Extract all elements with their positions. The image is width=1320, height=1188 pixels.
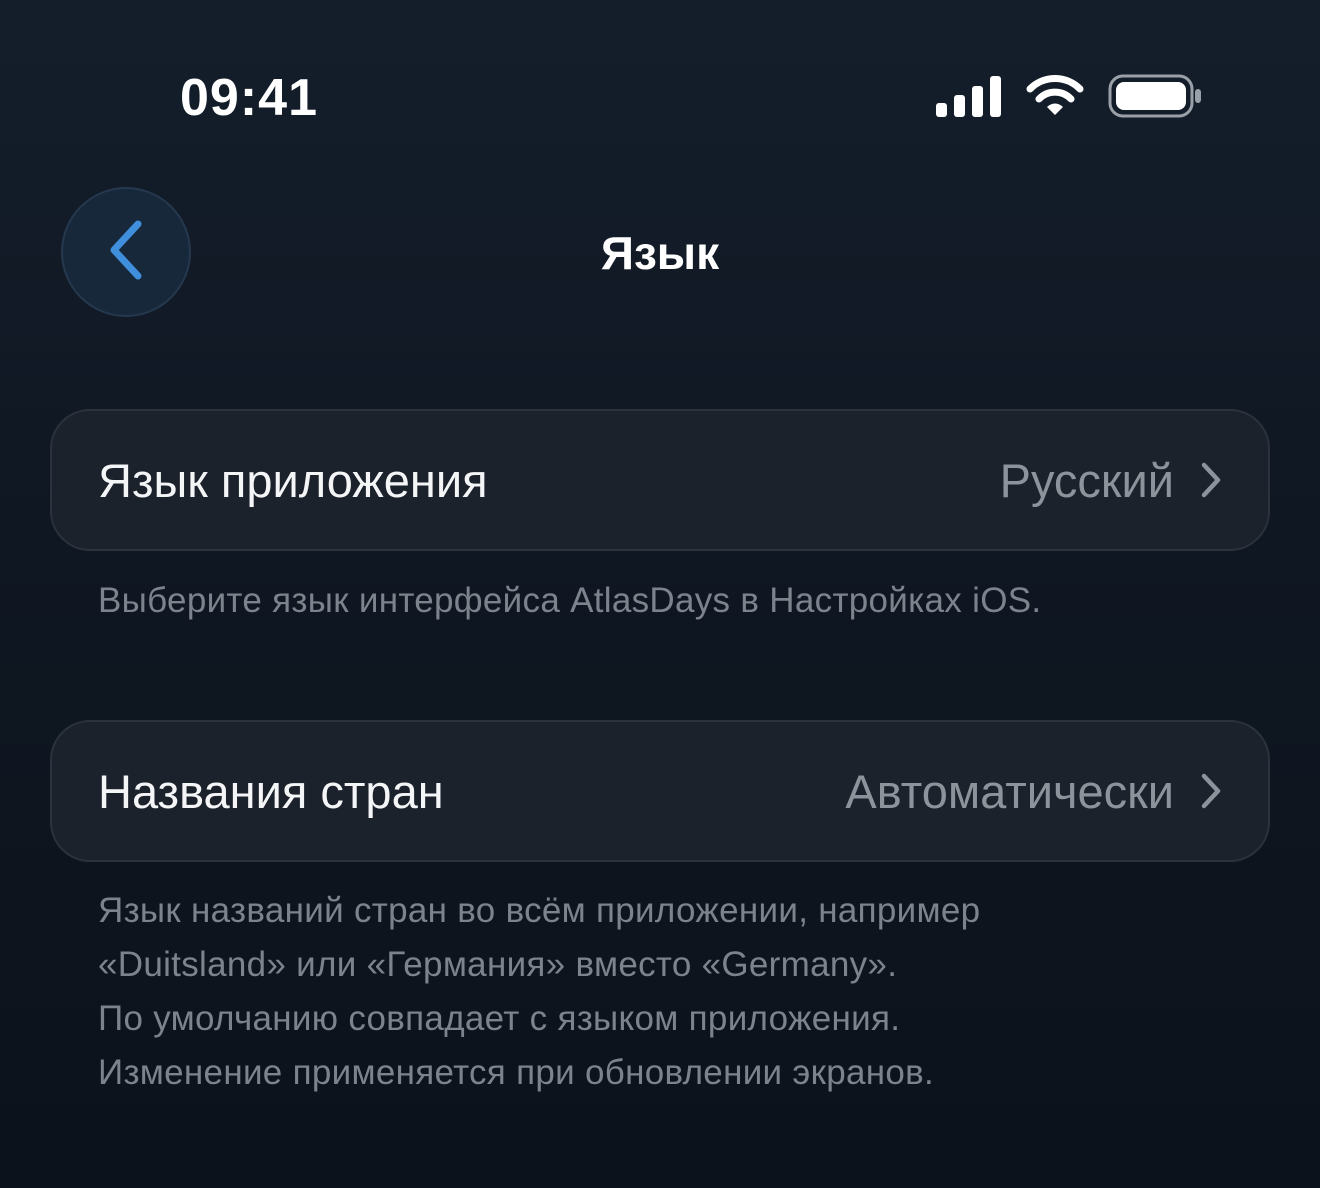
app-language-value: Русский — [999, 453, 1174, 507]
status-icons — [936, 74, 1202, 123]
app-language-label: Язык приложения — [98, 453, 488, 507]
cellular-signal-icon — [936, 75, 1002, 122]
country-names-footnote: Язык названий стран во всём приложении, … — [98, 884, 1218, 1100]
footnote-line: По умолчанию совпадает с языком приложен… — [98, 999, 901, 1038]
chevron-right-icon — [1200, 461, 1222, 499]
navigation-bar: Язык — [0, 186, 1320, 318]
status-bar: 09:41 — [0, 0, 1320, 190]
battery-icon — [1108, 74, 1202, 123]
footnote-line: Выберите язык интерфейса AtlasDays в Нас… — [98, 581, 1042, 620]
page-title: Язык — [600, 227, 720, 279]
footnote-line: Изменение применяется при обновлении экр… — [98, 1053, 935, 1092]
status-time: 09:41 — [180, 69, 318, 127]
country-names-label: Названия стран — [98, 764, 444, 818]
country-names-value: Автоматически — [845, 764, 1174, 818]
app-language-row[interactable]: Язык приложения Русский — [50, 409, 1270, 551]
country-names-row[interactable]: Названия стран Автоматически — [50, 720, 1270, 862]
wifi-icon — [1026, 75, 1084, 122]
footnote-line: Язык названий стран во всём приложении, … — [98, 891, 981, 930]
footnote-line: «Duitsland» или «Германия» вместо «Germa… — [98, 945, 898, 984]
chevron-right-icon — [1200, 772, 1222, 810]
app-language-footnote: Выберите язык интерфейса AtlasDays в Нас… — [98, 574, 1218, 628]
